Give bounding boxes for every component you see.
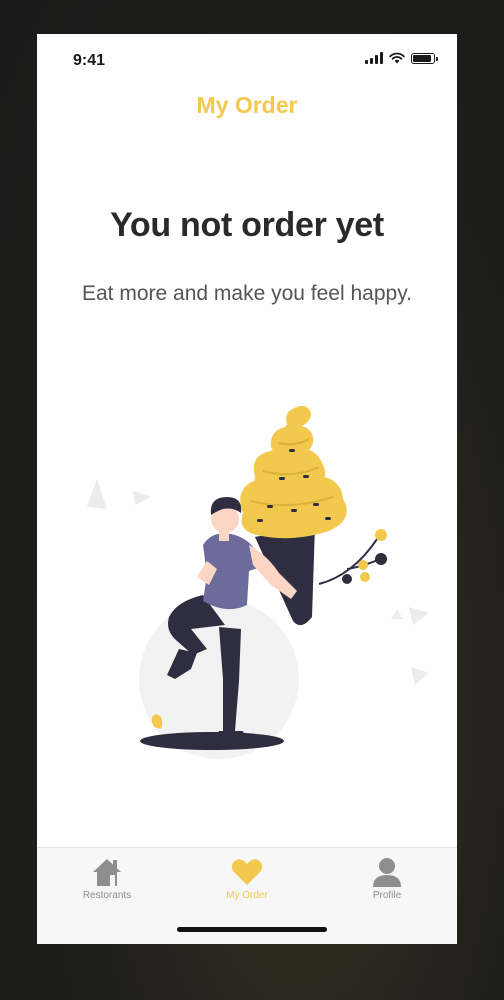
wifi-icon bbox=[389, 52, 405, 64]
status-icons bbox=[365, 52, 438, 64]
battery-icon bbox=[411, 52, 438, 64]
home-icon bbox=[93, 859, 121, 886]
tab-label: My Order bbox=[226, 890, 268, 901]
empty-state-headline: You not order yet bbox=[110, 206, 384, 244]
signal-icon bbox=[365, 52, 383, 64]
page-title: My Order bbox=[196, 92, 298, 118]
tab-my-order[interactable]: My Order bbox=[197, 856, 297, 906]
tab-label: Profile bbox=[372, 890, 402, 901]
tab-profile[interactable]: Profile bbox=[337, 856, 437, 906]
tab-restorants[interactable]: Restorants bbox=[57, 856, 157, 906]
phone-screen: 9:41 My Order You not order yet Eat more… bbox=[37, 34, 457, 944]
tab-label: Restorants bbox=[82, 890, 132, 901]
status-bar: 9:41 bbox=[37, 34, 457, 84]
status-time: 9:41 bbox=[73, 52, 106, 69]
home-indicator[interactable] bbox=[177, 927, 327, 932]
heart-icon bbox=[231, 859, 263, 885]
tab-bar: Restorants My Order Profile bbox=[37, 847, 457, 944]
empty-state-subtitle: Eat more and make you feel happy. bbox=[82, 282, 412, 305]
ice-cream-illustration bbox=[87, 405, 429, 759]
user-icon bbox=[373, 858, 401, 887]
